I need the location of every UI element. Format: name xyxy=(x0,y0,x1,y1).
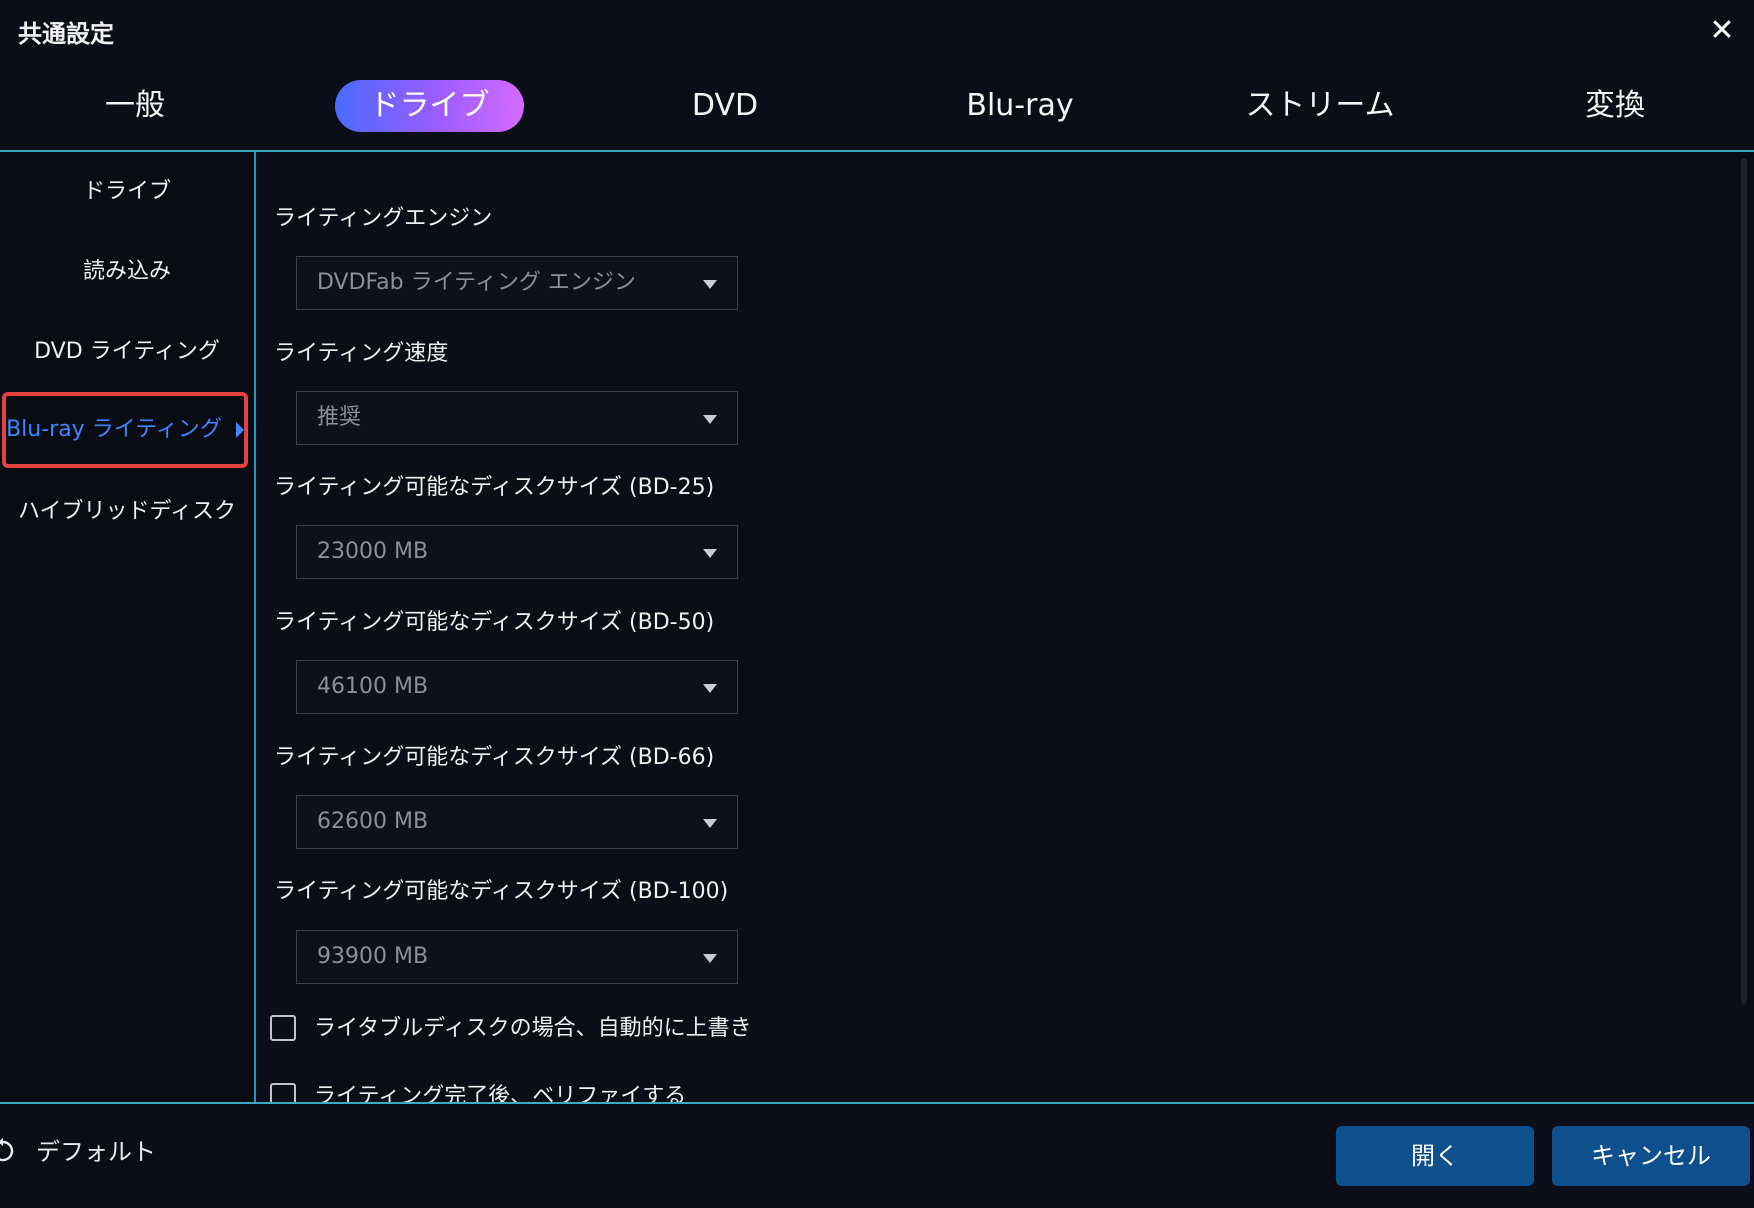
bd50-size-value: 46100 MB xyxy=(317,674,429,699)
writing-speed-select[interactable]: 推奨 xyxy=(296,391,738,445)
tab-dvd[interactable]: DVD xyxy=(650,80,800,132)
writing-engine-value: DVDFab ライティング エンジン xyxy=(317,270,636,295)
sidebar-item-dvd-writing[interactable]: DVD ライティング xyxy=(0,322,254,382)
chevron-down-icon xyxy=(703,819,717,828)
bd25-size-label: ライティング可能なディスクサイズ (BD-25) xyxy=(274,475,715,500)
window-title: 共通設定 xyxy=(18,20,114,48)
tab-drive[interactable]: ドライブ xyxy=(335,80,524,132)
auto-overwrite-label: ライタブルディスクの場合、自動的に上書き xyxy=(314,1016,752,1041)
sidebar-item-read[interactable]: 読み込み xyxy=(0,242,254,302)
tab-general[interactable]: 一般 xyxy=(60,80,210,132)
title-bar: 共通設定 ✕ xyxy=(0,0,1754,62)
close-icon[interactable]: ✕ xyxy=(1705,14,1739,48)
sidebar-item-bluray-writing[interactable]: Blu-ray ライティング xyxy=(2,392,248,468)
bd66-size-label: ライティング可能なディスクサイズ (BD-66) xyxy=(274,745,715,770)
triangle-right-icon xyxy=(235,422,244,438)
chevron-down-icon xyxy=(703,549,717,558)
tab-convert[interactable]: 変換 xyxy=(1540,80,1690,132)
chevron-down-icon xyxy=(703,415,717,424)
bd25-size-select[interactable]: 23000 MB xyxy=(296,525,738,579)
chevron-down-icon xyxy=(703,684,717,693)
writing-engine-select[interactable]: DVDFab ライティング エンジン xyxy=(296,256,738,310)
bd25-size-value: 23000 MB xyxy=(317,539,429,564)
sidebar: ドライブ 読み込み DVD ライティング Blu-ray ライティング ハイブリ… xyxy=(0,152,254,1102)
settings-scrollbar[interactable] xyxy=(1741,158,1747,1004)
bd66-size-select[interactable]: 62600 MB xyxy=(296,795,738,849)
writing-speed-value: 推奨 xyxy=(317,405,362,430)
bd50-size-select[interactable]: 46100 MB xyxy=(296,660,738,714)
bd50-size-label: ライティング可能なディスクサイズ (BD-50) xyxy=(274,610,715,635)
default-label: デフォルト xyxy=(36,1138,156,1166)
chevron-down-icon xyxy=(703,954,717,963)
reset-icon xyxy=(0,1138,14,1162)
verify-checkbox[interactable] xyxy=(270,1083,296,1102)
tab-bluray[interactable]: Blu-ray xyxy=(940,80,1100,132)
bd100-size-value: 93900 MB xyxy=(317,944,429,969)
bd66-size-value: 62600 MB xyxy=(317,809,429,834)
settings-panel: ライティングエンジン DVDFab ライティング エンジン ライティング速度 推… xyxy=(256,152,1738,1102)
writing-speed-label: ライティング速度 xyxy=(274,341,449,366)
cancel-button[interactable]: キャンセル xyxy=(1552,1126,1750,1186)
auto-overwrite-checkbox[interactable] xyxy=(270,1015,296,1041)
sidebar-item-label: Blu-ray ライティング xyxy=(6,417,222,442)
sidebar-item-drive[interactable]: ドライブ xyxy=(0,162,254,222)
footer: デフォルト 開く キャンセル xyxy=(0,1104,1754,1208)
tab-stream[interactable]: ストリーム xyxy=(1230,80,1410,132)
verify-label: ライティング完了後、ベリファイする xyxy=(314,1084,687,1102)
sidebar-item-hybrid-disc[interactable]: ハイブリッドディスク xyxy=(0,482,254,542)
open-button[interactable]: 開く xyxy=(1336,1126,1534,1186)
bd100-size-select[interactable]: 93900 MB xyxy=(296,930,738,984)
writing-engine-label: ライティングエンジン xyxy=(274,206,493,231)
bd100-size-label: ライティング可能なディスクサイズ (BD-100) xyxy=(274,879,729,904)
tab-bar: 一般 ドライブ DVD Blu-ray ストリーム 変換 xyxy=(0,72,1754,152)
chevron-down-icon xyxy=(703,280,717,289)
